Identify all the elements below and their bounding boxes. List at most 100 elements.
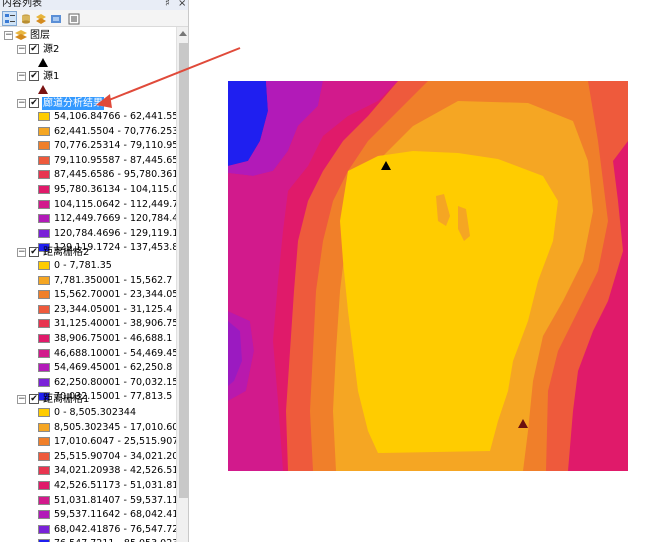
legend-color-swatch xyxy=(38,524,50,534)
collapse-icon[interactable]: − xyxy=(4,31,13,40)
legend-class-label: 15,562.70001 - 23,344.05 xyxy=(54,289,179,301)
root-layers-node[interactable]: − 图层 xyxy=(0,29,176,42)
collapse-icon[interactable]: − xyxy=(17,395,26,404)
legend-color-swatch xyxy=(38,199,50,209)
legend-color-swatch xyxy=(38,155,50,165)
legend-class-row: 104,115.0642 - 112,449.7668 xyxy=(0,198,188,211)
layer-distance-raster1[interactable]: − ✔ 距离栅格1 xyxy=(0,393,176,406)
legend-class-row: 62,441.5504 - 70,776.25313 xyxy=(0,125,188,138)
map-view[interactable] xyxy=(228,81,628,471)
legend-color-swatch xyxy=(38,510,50,520)
list-by-source-icon[interactable] xyxy=(18,11,33,26)
legend-class-label: 38,906.75001 - 46,688.1 xyxy=(54,333,173,344)
legend-color-swatch xyxy=(38,377,50,387)
legend-class-row: 31,125.40001 - 38,906.75 xyxy=(0,317,179,330)
legend-class-label: 87,445.6586 - 95,780.36133 xyxy=(54,169,189,181)
legend-class-row: 46,688.10001 - 54,469.45 xyxy=(0,347,178,360)
legend-color-swatch xyxy=(38,466,50,476)
scroll-up-icon[interactable] xyxy=(179,31,187,36)
distance2-visibility-checkbox[interactable]: ✔ xyxy=(29,247,39,257)
legend-class-row: 8,505.302345 - 17,010.60469 xyxy=(0,421,188,434)
legend-class-label: 70,776.25314 - 79,110.95586 xyxy=(54,140,189,152)
legend-class-row: 70,776.25314 - 79,110.95586 xyxy=(0,139,188,152)
legend-color-swatch xyxy=(38,437,50,447)
source2-layer-name: 源2 xyxy=(43,44,60,55)
scroll-thumb[interactable] xyxy=(179,43,188,498)
black-triangle-icon xyxy=(38,58,48,67)
legend-color-swatch xyxy=(38,170,50,180)
collapse-icon[interactable]: − xyxy=(17,248,26,257)
legend-class-row: 17,010.6047 - 25,515.90703 xyxy=(0,435,188,448)
collapse-icon[interactable]: − xyxy=(17,72,26,81)
legend-class-row: 7,781.350001 - 15,562.7 xyxy=(0,274,176,287)
list-by-selection-icon[interactable] xyxy=(48,11,63,26)
legend-color-swatch xyxy=(38,348,50,358)
dark-red-triangle-icon xyxy=(38,85,48,94)
legend-class-label: 17,010.6047 - 25,515.90703 xyxy=(54,436,189,448)
legend-class-label: 0 - 8,505.302344 xyxy=(54,407,136,418)
corridor-layer-name: 廊道分析结果 xyxy=(42,97,104,110)
collapse-icon[interactable]: − xyxy=(17,45,26,54)
legend-class-label: 31,125.40001 - 38,906.75 xyxy=(54,318,179,330)
source2-visibility-checkbox[interactable]: ✔ xyxy=(29,44,39,54)
legend-color-swatch xyxy=(38,261,50,270)
distance1-visibility-checkbox[interactable]: ✔ xyxy=(29,394,39,404)
legend-item xyxy=(0,56,176,69)
table-of-contents-panel: 内容列表 ♯ × − 图层 − ✔ 源2 − ✔ 源1 − ✔ 廊道分析结果 5… xyxy=(0,0,189,542)
layer-corridor-result[interactable]: − ✔ 廊道分析结果 xyxy=(0,97,176,110)
legend-color-swatch xyxy=(38,481,50,490)
layer-source2[interactable]: − ✔ 源2 xyxy=(0,43,176,56)
legend-class-label: 62,441.5504 - 70,776.25313 xyxy=(54,125,189,137)
collapse-icon[interactable]: − xyxy=(17,99,26,108)
layer-source1[interactable]: − ✔ 源1 xyxy=(0,70,176,83)
toc-title: 内容列表 xyxy=(2,0,42,9)
legend-class-label: 76,547.7211 - 85,053.02344 xyxy=(54,537,188,542)
legend-class-row: 120,784.4696 - 129,119.1723 xyxy=(0,227,188,240)
legend-color-swatch xyxy=(38,141,50,151)
legend-class-label: 62,250.80001 - 70,032.15 xyxy=(54,376,179,388)
options-icon[interactable] xyxy=(66,11,81,26)
legend-class-row: 54,106.84766 - 62,441.55039 xyxy=(0,110,188,123)
root-layers-label: 图层 xyxy=(30,30,50,41)
legend-item xyxy=(0,83,176,96)
legend-class-row: 68,042.41876 - 76,547.72109 xyxy=(0,523,188,536)
legend-class-label: 8,505.302345 - 17,010.60469 xyxy=(54,421,189,433)
layer-distance-raster2[interactable]: − ✔ 距离栅格2 xyxy=(0,246,176,259)
legend-color-swatch xyxy=(38,319,50,329)
legend-class-label: 51,031.81407 - 59,537.11641 xyxy=(54,494,189,506)
legend-class-row: 95,780.36134 - 104,115.0641 xyxy=(0,183,188,196)
list-by-drawing-order-icon[interactable] xyxy=(2,11,17,26)
legend-color-swatch xyxy=(38,185,50,194)
corridor-visibility-checkbox[interactable]: ✔ xyxy=(29,98,39,108)
legend-class-row: 54,469.45001 - 62,250.8 xyxy=(0,361,176,374)
close-icon[interactable]: × xyxy=(178,0,186,10)
legend-color-swatch xyxy=(38,112,50,121)
source1-visibility-checkbox[interactable]: ✔ xyxy=(29,71,39,81)
legend-class-row: 62,250.80001 - 70,032.15 xyxy=(0,376,179,389)
legend-color-swatch xyxy=(38,290,50,300)
legend-class-label: 95,780.36134 - 104,115.0641 xyxy=(54,184,189,195)
source1-layer-name: 源1 xyxy=(43,71,60,82)
legend-class-label: 42,526.51173 - 51,031.81406 xyxy=(54,480,189,491)
distance1-layer-name: 距离栅格1 xyxy=(43,394,90,405)
legend-class-row: 112,449.7669 - 120,784.4695 xyxy=(0,212,188,225)
legend-class-label: 120,784.4696 - 129,119.1723 xyxy=(54,227,189,239)
pin-icon[interactable]: ♯ xyxy=(165,0,170,10)
legend-color-swatch xyxy=(38,334,50,343)
list-by-visibility-icon[interactable] xyxy=(33,11,48,26)
legend-class-row: 79,110.95587 - 87,445.65859 xyxy=(0,154,188,167)
legend-class-row: 23,344.05001 - 31,125.4 xyxy=(0,303,176,316)
toc-title-bar: 内容列表 ♯ × xyxy=(0,0,188,10)
layer-tree: − 图层 − ✔ 源2 − ✔ 源1 − ✔ 廊道分析结果 54,106.847… xyxy=(0,27,188,542)
legend-class-row: 59,537.11642 - 68,042.41875 xyxy=(0,508,188,521)
legend-class-row: 0 - 8,505.302344 xyxy=(0,406,176,419)
toc-scrollbar[interactable] xyxy=(176,27,188,542)
legend-class-label: 112,449.7669 - 120,784.4695 xyxy=(54,213,189,225)
layers-folder-icon xyxy=(15,30,28,40)
legend-class-row: 51,031.81407 - 59,537.11641 xyxy=(0,494,188,507)
legend-color-swatch xyxy=(38,228,50,238)
legend-color-swatch xyxy=(38,495,50,505)
legend-class-label: 23,344.05001 - 31,125.4 xyxy=(54,303,173,315)
legend-class-label: 54,469.45001 - 62,250.8 xyxy=(54,362,173,374)
legend-class-label: 0 - 7,781.35 xyxy=(54,260,112,271)
